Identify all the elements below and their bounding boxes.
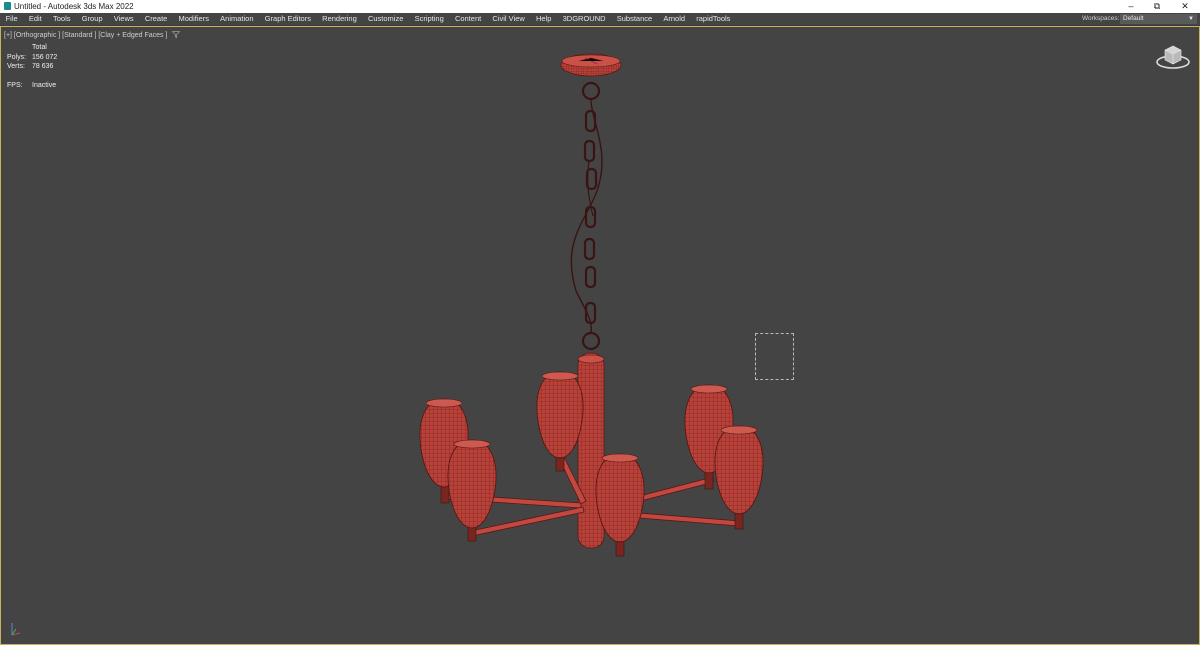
menu-item-civil-view[interactable]: Civil View <box>487 13 531 25</box>
chandelier-model[interactable] <box>1 27 1199 644</box>
menu-item-3dground[interactable]: 3DGROUND <box>557 13 611 25</box>
title-bar: Untitled - Autodesk 3ds Max 2022 – ⧉ ✕ <box>0 0 1200 13</box>
menu-item-views[interactable]: Views <box>108 13 139 25</box>
chevron-down-icon: ▼ <box>1188 16 1194 22</box>
menu-item-modifiers[interactable]: Modifiers <box>173 13 215 25</box>
window-title: Untitled - Autodesk 3ds Max 2022 <box>14 2 134 11</box>
app-icon <box>4 2 11 10</box>
menu-item-animation[interactable]: Animation <box>215 13 260 25</box>
chain[interactable] <box>570 81 603 351</box>
workspace-label: Workspaces: <box>1082 15 1120 22</box>
menu-item-group[interactable]: Group <box>76 13 108 25</box>
menu-item-tools[interactable]: Tools <box>47 13 76 25</box>
menu-item-scripting[interactable]: Scripting <box>409 13 449 25</box>
close-button[interactable]: ✕ <box>1172 0 1198 13</box>
menu-item-customize[interactable]: Customize <box>362 13 409 25</box>
lamp-shade-right-front[interactable] <box>714 425 764 530</box>
menu-bar: File Edit Tools Group Views Create Modifiers An… <box>0 13 1200 26</box>
workspace-value: Default <box>1123 15 1144 22</box>
workspace-dropdown[interactable]: Default ▼ <box>1120 14 1197 24</box>
minimize-button[interactable]: – <box>1118 0 1144 13</box>
lamp-shade-center-back[interactable] <box>536 371 584 472</box>
menu-item-file[interactable]: File <box>0 13 23 25</box>
menu-item-substance[interactable]: Substance <box>611 13 658 25</box>
menu-item-rapidtools[interactable]: rapidTools <box>691 13 736 25</box>
menu-item-arnold[interactable]: Arnold <box>658 13 691 25</box>
perspective-viewport[interactable]: [+] [Orthographic ] [Standard ] [Clay + … <box>0 26 1200 645</box>
menu-item-create[interactable]: Create <box>139 13 173 25</box>
restore-button[interactable]: ⧉ <box>1144 0 1170 13</box>
axis-tripod-icon <box>11 623 21 636</box>
menu-item-rendering[interactable]: Rendering <box>317 13 363 25</box>
menu-item-graph-editors[interactable]: Graph Editors <box>259 13 316 25</box>
lamp-shade-left-front[interactable] <box>447 439 497 542</box>
ceiling-canopy[interactable] <box>560 53 622 77</box>
menu-item-content[interactable]: Content <box>449 13 486 25</box>
menu-list: File Edit Tools Group Views Create Modifiers An… <box>0 13 736 25</box>
menu-item-edit[interactable]: Edit <box>23 13 47 25</box>
menu-item-help[interactable]: Help <box>530 13 557 25</box>
